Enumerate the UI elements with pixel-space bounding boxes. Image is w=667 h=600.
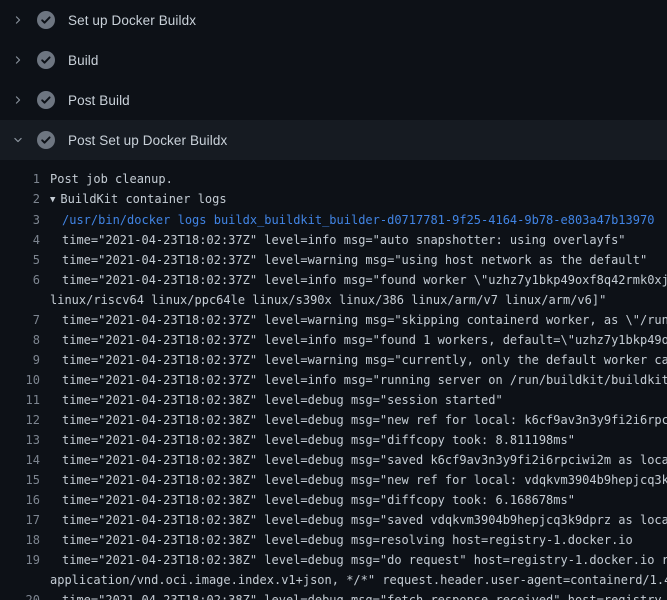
log-line-number	[0, 570, 40, 590]
log-line-number: 5	[0, 250, 40, 270]
log-line: 14 time="2021-04-23T18:02:38Z" level=deb…	[0, 450, 667, 470]
log-line-number: 7	[0, 310, 40, 330]
log-line: 6 time="2021-04-23T18:02:37Z" level=info…	[0, 270, 667, 290]
log-line-number: 4	[0, 230, 40, 250]
log-command-text: /usr/bin/docker logs buildx_buildkit_bui…	[40, 210, 654, 230]
log-line: 5 time="2021-04-23T18:02:37Z" level=warn…	[0, 250, 667, 270]
step-label: Post Build	[68, 93, 130, 108]
log-line-text: application/vnd.oci.image.index.v1+json,…	[40, 570, 667, 590]
step-label: Post Set up Docker Buildx	[68, 133, 227, 148]
log-line-text: time="2021-04-23T18:02:38Z" level=debug …	[40, 490, 575, 510]
log-line-number	[0, 290, 40, 310]
log-line: 11 time="2021-04-23T18:02:38Z" level=deb…	[0, 390, 667, 410]
log-line: 4 time="2021-04-23T18:02:37Z" level=info…	[0, 230, 667, 250]
log-line-number: 3	[0, 210, 40, 230]
log-line: 7 time="2021-04-23T18:02:37Z" level=warn…	[0, 310, 667, 330]
log-line: application/vnd.oci.image.index.v1+json,…	[0, 570, 667, 590]
step-label: Build	[68, 53, 99, 68]
log-line: 12 time="2021-04-23T18:02:38Z" level=deb…	[0, 410, 667, 430]
log-line: 19 time="2021-04-23T18:02:38Z" level=deb…	[0, 550, 667, 570]
chevron-right-icon	[12, 14, 24, 26]
log-line-text: time="2021-04-23T18:02:37Z" level=warnin…	[40, 250, 647, 270]
log-line-number: 19	[0, 550, 40, 570]
log-line-number: 14	[0, 450, 40, 470]
log-line-number: 17	[0, 510, 40, 530]
step-label: Set up Docker Buildx	[68, 13, 196, 28]
log-line-number: 10	[0, 370, 40, 390]
log-line-text: time="2021-04-23T18:02:38Z" level=debug …	[40, 550, 667, 570]
log-line-text: time="2021-04-23T18:02:37Z" level=info m…	[40, 370, 667, 390]
log-line-text: time="2021-04-23T18:02:37Z" level=warnin…	[40, 310, 667, 330]
log-line-text: time="2021-04-23T18:02:37Z" level=info m…	[40, 330, 667, 350]
log-line: 3 /usr/bin/docker logs buildx_buildkit_b…	[0, 210, 667, 230]
step-row-set-up-docker-buildx[interactable]: Set up Docker Buildx	[0, 0, 667, 40]
triangle-down-icon: ▼	[50, 190, 55, 210]
log-line-number: 11	[0, 390, 40, 410]
step-row-post-build[interactable]: Post Build	[0, 80, 667, 120]
log-line-text: time="2021-04-23T18:02:38Z" level=debug …	[40, 430, 575, 450]
log-line-text: time="2021-04-23T18:02:38Z" level=debug …	[40, 410, 667, 430]
log-line-text: time="2021-04-23T18:02:37Z" level=info m…	[40, 270, 667, 290]
check-circle-icon	[37, 51, 55, 69]
chevron-right-icon	[12, 94, 24, 106]
chevron-down-icon	[12, 134, 24, 146]
log-group-header[interactable]: 2 ▼BuildKit container logs	[0, 189, 667, 210]
log-line: 16 time="2021-04-23T18:02:38Z" level=deb…	[0, 490, 667, 510]
log-line: 1 Post job cleanup.	[0, 169, 667, 189]
log-line: linux/riscv64 linux/ppc64le linux/s390x …	[0, 290, 667, 310]
log-line-number: 6	[0, 270, 40, 290]
step-row-post-set-up-docker-buildx[interactable]: Post Set up Docker Buildx	[0, 120, 667, 160]
log-line-text: time="2021-04-23T18:02:38Z" level=debug …	[40, 590, 667, 600]
log-line: 20 time="2021-04-23T18:02:38Z" level=deb…	[0, 590, 667, 600]
log-line-text: time="2021-04-23T18:02:38Z" level=debug …	[40, 510, 667, 530]
log-line-text: time="2021-04-23T18:02:37Z" level=info m…	[40, 230, 626, 250]
log-line-text: time="2021-04-23T18:02:37Z" level=warnin…	[40, 350, 667, 370]
log-line-number: 13	[0, 430, 40, 450]
check-circle-icon	[37, 131, 55, 149]
log-line-number: 18	[0, 530, 40, 550]
log-line-number: 8	[0, 330, 40, 350]
log-line-text: time="2021-04-23T18:02:38Z" level=debug …	[40, 470, 667, 490]
check-circle-icon	[37, 11, 55, 29]
log-line-text: time="2021-04-23T18:02:38Z" level=debug …	[40, 530, 633, 550]
log-line-number: 12	[0, 410, 40, 430]
log-line: 17 time="2021-04-23T18:02:38Z" level=deb…	[0, 510, 667, 530]
log-line-text: Post job cleanup.	[40, 169, 173, 189]
check-circle-icon	[37, 91, 55, 109]
log-line: 8 time="2021-04-23T18:02:37Z" level=info…	[0, 330, 667, 350]
step-row-build[interactable]: Build	[0, 40, 667, 80]
log-line-text: linux/riscv64 linux/ppc64le linux/s390x …	[40, 290, 606, 310]
log-line: 15 time="2021-04-23T18:02:38Z" level=deb…	[0, 470, 667, 490]
log-line-text: time="2021-04-23T18:02:38Z" level=debug …	[40, 390, 503, 410]
workflow-log-panel: Set up Docker Buildx Build Post Build Po…	[0, 0, 667, 600]
log-line-text: ▼BuildKit container logs	[40, 189, 227, 210]
log-line: 18 time="2021-04-23T18:02:38Z" level=deb…	[0, 530, 667, 550]
log-line-number: 2	[0, 189, 40, 210]
log-line-text: time="2021-04-23T18:02:38Z" level=debug …	[40, 450, 667, 470]
log-line-number: 20	[0, 590, 40, 600]
log-line-number: 16	[0, 490, 40, 510]
log-line: 9 time="2021-04-23T18:02:37Z" level=warn…	[0, 350, 667, 370]
log-line: 13 time="2021-04-23T18:02:38Z" level=deb…	[0, 430, 667, 450]
log-line-number: 1	[0, 169, 40, 189]
log-content: 1 Post job cleanup. 2 ▼BuildKit containe…	[0, 160, 667, 600]
chevron-right-icon	[12, 54, 24, 66]
log-line-number: 9	[0, 350, 40, 370]
log-line: 10 time="2021-04-23T18:02:37Z" level=inf…	[0, 370, 667, 390]
log-line-number: 15	[0, 470, 40, 490]
